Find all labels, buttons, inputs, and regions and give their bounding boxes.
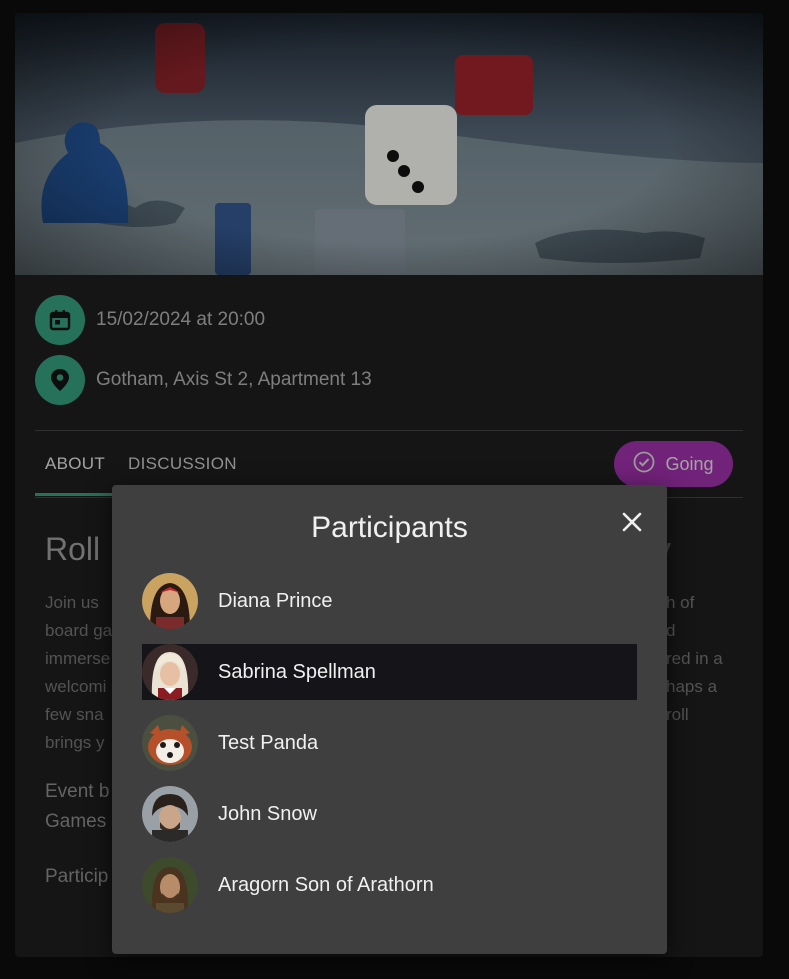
participant-name: Diana Prince [218,589,333,612]
participants-modal: Participants Diana Prince Sabrina Spellm… [112,485,667,954]
participant-name: Sabrina Spellman [218,660,376,683]
participant-item[interactable]: Diana Prince [142,573,637,629]
participant-name: Aragorn Son of Arathorn [218,873,434,896]
participant-item[interactable]: Sabrina Spellman [142,644,637,700]
participant-name: Test Panda [218,731,319,754]
avatar [142,715,198,771]
modal-title: Participants [311,511,468,544]
participant-item[interactable]: John Snow [142,786,637,842]
avatar [142,644,198,700]
close-button[interactable] [617,507,647,537]
close-icon [622,512,642,532]
participant-name: John Snow [218,802,317,825]
participant-item[interactable]: Aragorn Son of Arathorn [142,857,637,913]
avatar [142,573,198,629]
avatar [142,857,198,913]
avatar [142,786,198,842]
participant-item[interactable]: Test Panda [142,715,637,771]
